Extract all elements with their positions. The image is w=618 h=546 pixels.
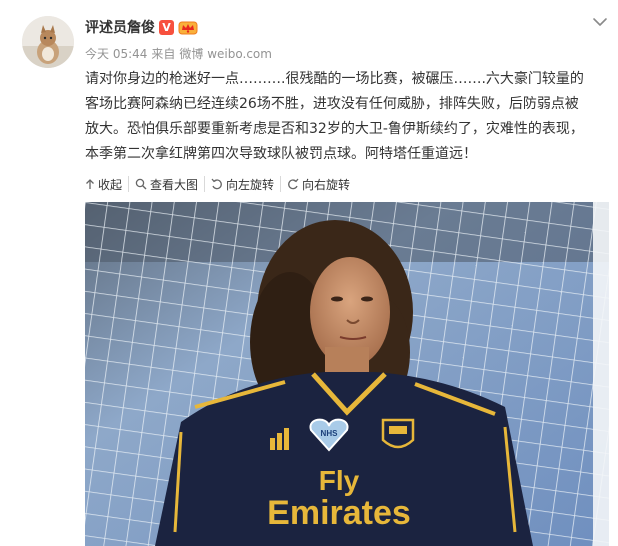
author-name[interactable]: 评述员詹俊 xyxy=(85,17,155,37)
post-text-line: 请对你身边的枪迷好一点……….很残酷的一场比赛，被碾压…….六大豪门较量的 xyxy=(85,71,584,87)
rotate-right-label: 向右旋转 xyxy=(302,177,351,192)
rotate-right-icon xyxy=(288,178,299,190)
avatar-image xyxy=(22,16,74,68)
avatar[interactable] xyxy=(22,16,74,68)
rotate-right-button[interactable]: 向右旋转 xyxy=(280,176,356,192)
collapse-button[interactable]: 收起 xyxy=(85,176,128,192)
post-text: 请对你身边的枪迷好一点……….很残酷的一场比赛，被碾压…….六大豪门较量的 客场… xyxy=(85,67,615,167)
post-photo[interactable]: NHS Fly Emirates xyxy=(85,202,609,546)
author-row: 评述员詹俊 V xyxy=(85,16,198,38)
post-meta: 今天 05:44 来自 微博 weibo.com xyxy=(85,45,272,62)
sponsor-line-1: Fly xyxy=(319,465,360,496)
post-text-line: 放大。恐怕俱乐部要重新考虑是否和32岁的大卫-鲁伊斯续约了，灾难性的表现， xyxy=(85,121,584,137)
sponsor-line-2: Emirates xyxy=(267,494,411,532)
source-prefix: 来自 xyxy=(151,47,176,61)
weibo-post-card: 评述员詹俊 V 今天 05:44 来自 微博 weibo.com 请对你身边的枪… xyxy=(0,0,618,546)
rotate-left-button[interactable]: 向左旋转 xyxy=(204,176,280,192)
view-large-button[interactable]: 查看大图 xyxy=(128,176,204,192)
rotate-left-label: 向左旋转 xyxy=(226,177,275,192)
arrow-up-icon xyxy=(86,179,94,189)
nhs-badge-text: NHS xyxy=(321,429,339,438)
magnifier-icon xyxy=(135,178,147,190)
view-large-label: 查看大图 xyxy=(150,177,199,192)
player-photo: NHS Fly Emirates xyxy=(85,202,609,546)
image-toolbar: 收起 查看大图 向左旋转 向右旋转 xyxy=(85,176,356,192)
collapse-label: 收起 xyxy=(98,177,123,192)
verified-v-icon[interactable]: V xyxy=(159,19,174,35)
rotate-left-icon xyxy=(211,178,222,190)
post-text-line: 本季第二次拿红牌第四次导致球队被罚点球。阿特塔任重道远！ xyxy=(85,146,477,162)
post-text-line: 客场比赛阿森纳已经连续26场不胜，进攻没有任何威胁，排阵失败，后防弱点被 xyxy=(85,96,579,112)
post-source[interactable]: 微博 weibo.com xyxy=(179,45,272,62)
member-crown-icon[interactable] xyxy=(178,19,198,35)
post-time[interactable]: 今天 05:44 xyxy=(85,45,147,62)
chevron-down-icon[interactable] xyxy=(592,14,608,28)
